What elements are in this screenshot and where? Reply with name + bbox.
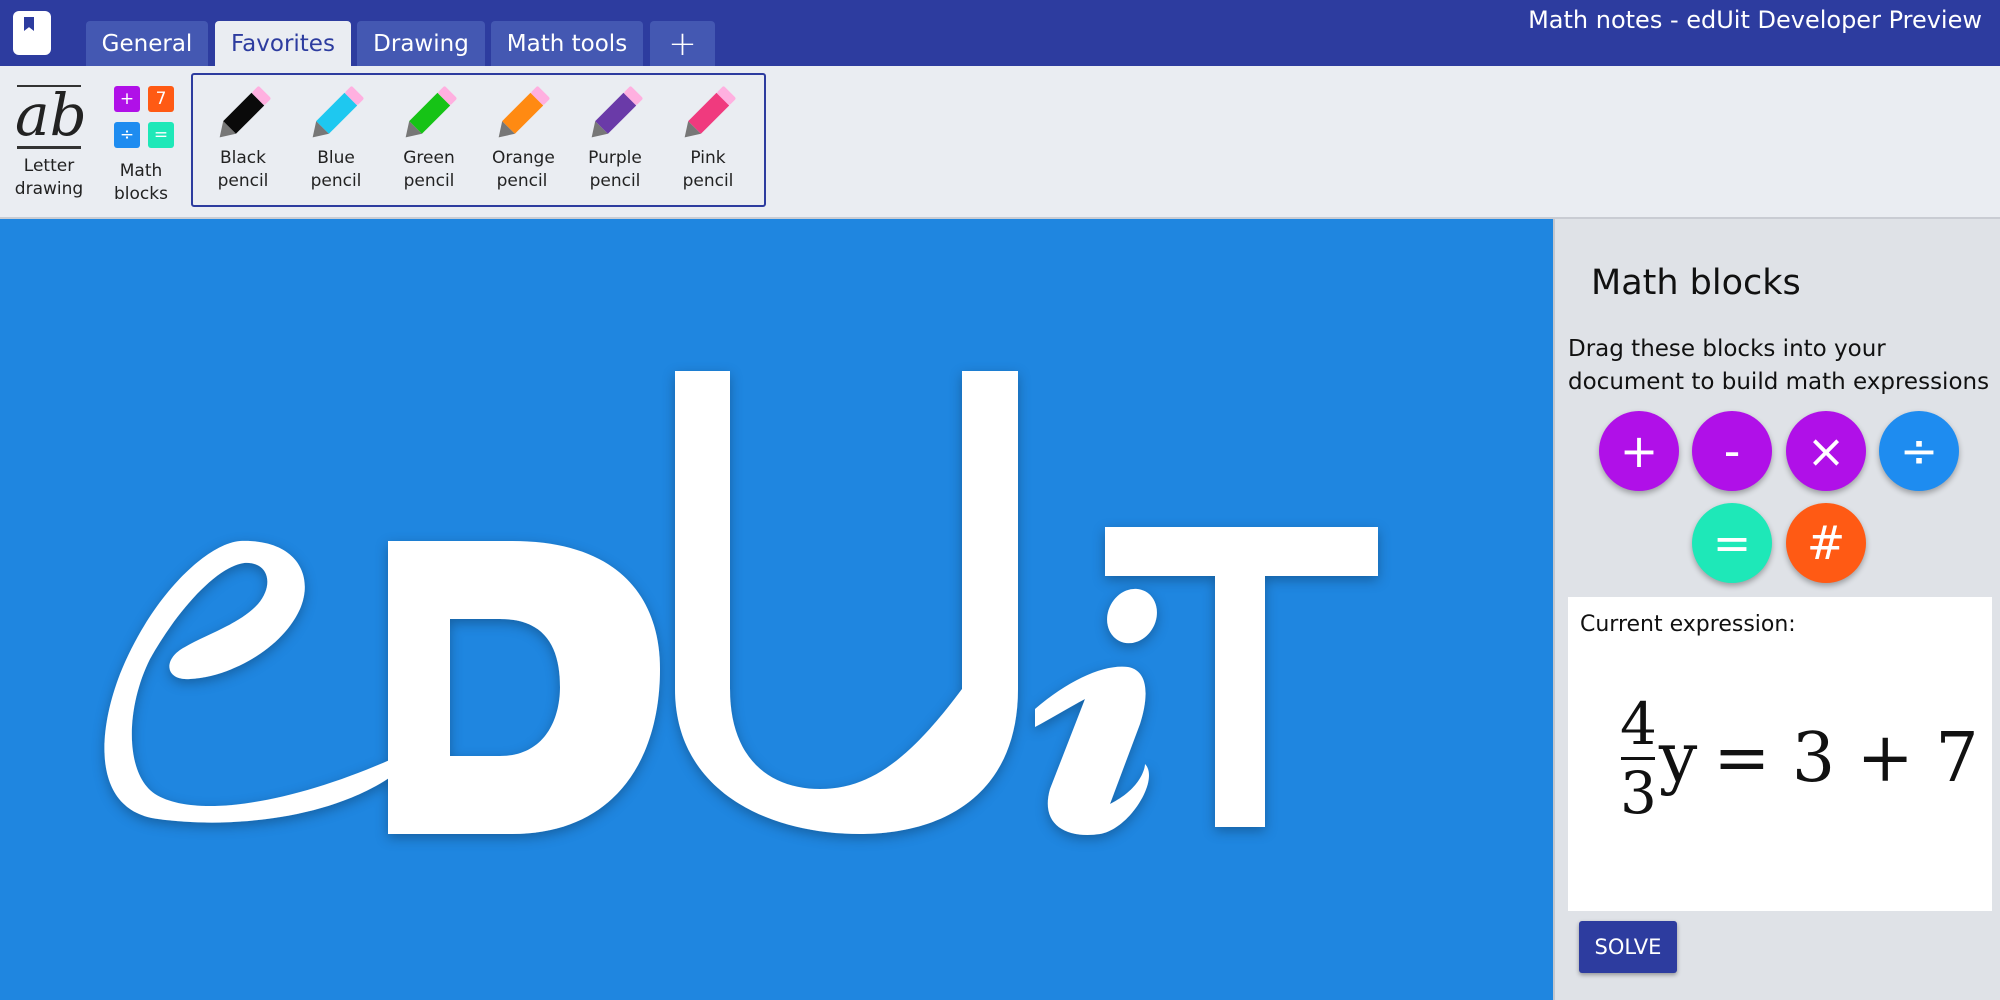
document-canvas[interactable] [0, 219, 1553, 1000]
orange-pencil-icon [498, 86, 550, 138]
expression-display: 4 3 y = 3 + 7 [1620, 693, 1979, 824]
current-expression-box: Current expression: 4 3 y = 3 + 7 [1568, 597, 1992, 911]
pink-pencil-icon [684, 86, 736, 138]
math-blocks-panel: Math blocks Drag these blocks into your … [1553, 219, 2000, 1000]
ribbon-toolbar: ab Letter drawing + 7 ÷ = Math blocks Bl… [0, 66, 2000, 219]
current-expression-label: Current expression: [1580, 612, 1796, 637]
letter-drawing-icon: ab [15, 81, 87, 149]
letter-drawing-tool[interactable]: ab Letter drawing [10, 66, 88, 216]
pink-pencil-button[interactable]: Pink pencil [662, 75, 754, 209]
expression-rest: = 3 + 7 [1713, 719, 1979, 798]
fraction-denominator: 3 [1620, 759, 1657, 827]
tab-general[interactable]: General [86, 21, 208, 66]
window-title: Math notes - edUit Developer Preview [1528, 6, 1982, 34]
letter-drawing-label: Letter drawing [14, 156, 84, 199]
math-blocks-icon: + 7 ÷ = [108, 86, 174, 152]
panel-title: Math blocks [1591, 263, 1801, 303]
pencil-favorites-group: Black pencil Blue pencil Green pencil Or… [191, 73, 766, 207]
divide-block[interactable]: ÷ [1879, 411, 1959, 491]
blue-pencil-icon [312, 86, 364, 138]
fraction-numerator: 4 [1620, 690, 1657, 758]
green-pencil-icon [405, 86, 457, 138]
orange-pencil-button[interactable]: Orange pencil [476, 75, 568, 209]
add-tab-button[interactable]: + [650, 21, 715, 66]
equals-block[interactable]: = [1692, 503, 1772, 583]
fraction: 4 3 [1620, 693, 1657, 824]
tab-favorites[interactable]: Favorites [215, 21, 351, 66]
title-bar: General Favorites Drawing Math tools + M… [0, 0, 2000, 66]
green-pencil-button[interactable]: Green pencil [383, 75, 475, 209]
black-pencil-icon [219, 86, 271, 138]
expression-variable: y [1658, 719, 1698, 798]
panel-description: Drag these blocks into your document to … [1568, 336, 1990, 395]
number-block[interactable]: # [1786, 503, 1866, 583]
black-pencil-button[interactable]: Black pencil [197, 75, 289, 209]
eduit-logo [104, 371, 1378, 835]
tab-drawing[interactable]: Drawing [357, 21, 485, 66]
app-menu-button[interactable] [0, 0, 62, 66]
plus-block[interactable]: + [1599, 411, 1679, 491]
notebook-icon [13, 11, 51, 55]
blue-pencil-button[interactable]: Blue pencil [290, 75, 382, 209]
purple-pencil-icon [591, 86, 643, 138]
minus-block[interactable]: - [1692, 411, 1772, 491]
math-blocks-tool[interactable]: + 7 ÷ = Math blocks [104, 66, 178, 216]
tab-math-tools[interactable]: Math tools [491, 21, 643, 66]
purple-pencil-button[interactable]: Purple pencil [569, 75, 661, 209]
math-blocks-label: Math blocks [114, 161, 168, 204]
solve-button[interactable]: SOLVE [1579, 921, 1677, 973]
multiply-block[interactable]: × [1786, 411, 1866, 491]
